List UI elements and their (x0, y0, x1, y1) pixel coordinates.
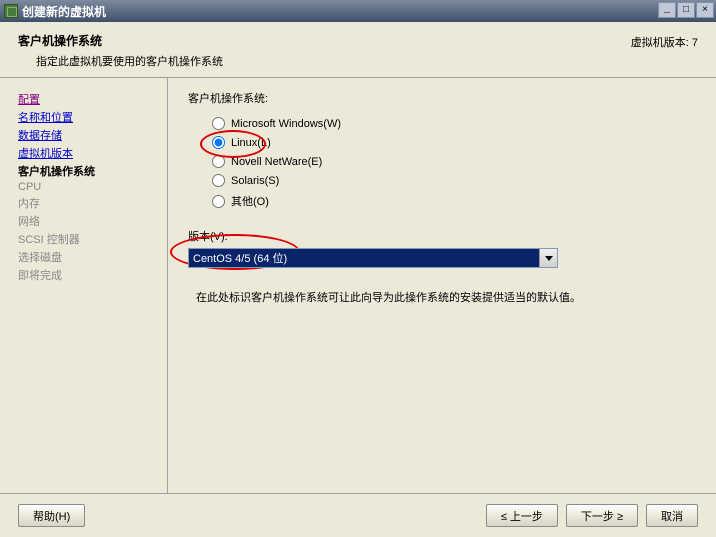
content-area: 配置 名称和位置 数据存储 虚拟机版本 客户机操作系统 CPU 内存 网络 SC… (0, 78, 716, 493)
app-icon (4, 4, 18, 18)
version-select-row: CentOS 4/5 (64 位) (188, 248, 696, 268)
radio-row-other[interactable]: 其他(O) (212, 190, 696, 212)
sidebar-item-memory: 内存 (18, 194, 149, 212)
help-button[interactable]: 帮助(H) (18, 504, 85, 527)
radio-row-solaris[interactable]: Solaris(S) (212, 171, 696, 190)
next-button[interactable]: 下一步 ≥ (566, 504, 638, 527)
maximize-button[interactable]: □ (677, 2, 695, 18)
os-radio-group: Microsoft Windows(W) Linux(L) Novell Net… (212, 114, 696, 212)
sidebar-item-network: 网络 (18, 212, 149, 230)
version-select[interactable]: CentOS 4/5 (64 位) (188, 248, 558, 268)
radio-row-netware[interactable]: Novell NetWare(E) (212, 152, 696, 171)
sidebar-item-finish: 即将完成 (18, 266, 149, 284)
close-button[interactable]: × (696, 2, 714, 18)
sidebar-item-name[interactable]: 名称和位置 (18, 108, 149, 126)
vm-version-label: 虚拟机版本: 7 (631, 34, 698, 50)
radio-label-linux: Linux(L) (231, 137, 271, 149)
footer: 帮助(H) ≤ 上一步 下一步 ≥ 取消 (0, 493, 716, 537)
radio-label-netware: Novell NetWare(E) (231, 156, 322, 168)
sidebar-item-config[interactable]: 配置 (18, 90, 149, 108)
minimize-button[interactable]: _ (658, 2, 676, 18)
radio-solaris[interactable] (212, 174, 225, 187)
window-title: 创建新的虚拟机 (22, 3, 106, 20)
wizard-sidebar: 配置 名称和位置 数据存储 虚拟机版本 客户机操作系统 CPU 内存 网络 SC… (0, 78, 168, 493)
sidebar-item-guestos[interactable]: 客户机操作系统 (18, 162, 149, 180)
radio-label-windows: Microsoft Windows(W) (231, 118, 341, 130)
radio-other[interactable] (212, 195, 225, 208)
window-controls: _ □ × (657, 2, 714, 18)
version-selected-text: CentOS 4/5 (64 位) (193, 250, 287, 266)
radio-label-other: 其他(O) (231, 193, 269, 209)
back-button[interactable]: ≤ 上一步 (486, 504, 558, 527)
header-subtitle: 指定此虚拟机要使用的客户机操作系统 (36, 53, 698, 69)
title-bar: 创建新的虚拟机 _ □ × (0, 0, 716, 22)
header-title: 客户机操作系统 (18, 32, 698, 49)
sidebar-item-disk: 选择磁盘 (18, 248, 149, 266)
sidebar-item-vmversion[interactable]: 虚拟机版本 (18, 144, 149, 162)
sidebar-item-scsi: SCSI 控制器 (18, 230, 149, 248)
radio-row-linux[interactable]: Linux(L) (212, 133, 696, 152)
os-section-label: 客户机操作系统: (188, 90, 696, 106)
version-label: 版本(V): (188, 228, 696, 244)
sidebar-item-storage[interactable]: 数据存储 (18, 126, 149, 144)
radio-netware[interactable] (212, 155, 225, 168)
radio-label-solaris: Solaris(S) (231, 175, 279, 187)
cancel-button[interactable]: 取消 (646, 504, 698, 527)
header-area: 客户机操作系统 指定此虚拟机要使用的客户机操作系统 虚拟机版本: 7 (0, 22, 716, 78)
radio-row-windows[interactable]: Microsoft Windows(W) (212, 114, 696, 133)
radio-windows[interactable] (212, 117, 225, 130)
hint-text: 在此处标识客户机操作系统可让此向导为此操作系统的安装提供适当的默认值。 (196, 290, 696, 308)
sidebar-item-cpu: CPU (18, 180, 149, 194)
dropdown-arrow-icon[interactable] (539, 249, 557, 267)
main-panel: 客户机操作系统: Microsoft Windows(W) Linux(L) N… (168, 78, 716, 493)
radio-linux[interactable] (212, 136, 225, 149)
